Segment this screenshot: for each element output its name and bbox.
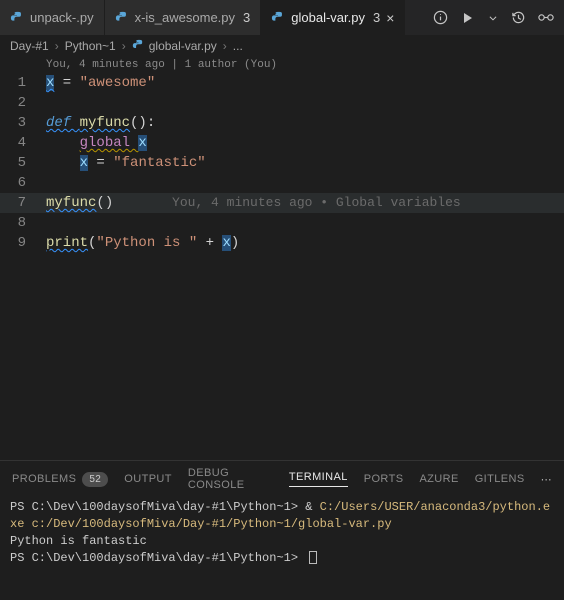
chevron-right-icon: › bbox=[55, 39, 59, 53]
python-file-icon bbox=[115, 11, 129, 25]
tab-unpack[interactable]: unpack-.py bbox=[0, 0, 105, 35]
line-number: 8 bbox=[0, 213, 36, 233]
dirty-indicator: 3 bbox=[243, 10, 250, 25]
info-circle-icon[interactable] bbox=[432, 10, 448, 26]
tab-label: x-is_awesome.py bbox=[135, 10, 235, 25]
editor-actions bbox=[422, 0, 564, 35]
panel-tabbar: PROBLEMS 52 OUTPUT DEBUG CONSOLE TERMINA… bbox=[0, 461, 564, 493]
line-number: 9 bbox=[0, 233, 36, 253]
line-number: 5 bbox=[0, 153, 36, 173]
line-number: 1 bbox=[0, 73, 36, 93]
chevron-right-icon: › bbox=[223, 39, 227, 53]
line-number: 4 bbox=[0, 133, 36, 153]
breadcrumb-folder[interactable]: Day-#1 bbox=[10, 39, 49, 53]
more-icon[interactable]: ⋯ bbox=[541, 473, 552, 486]
problems-count-badge: 52 bbox=[82, 472, 108, 487]
breadcrumb: Day-#1 › Python~1 › global-var.py › ... bbox=[0, 35, 564, 57]
dirty-indicator: 3 bbox=[373, 10, 380, 25]
terminal-output[interactable]: PS C:\Dev\100daysofMiva\day-#1\Python~1>… bbox=[0, 493, 564, 600]
line-number: 7 bbox=[0, 193, 36, 213]
editor-tabbar: unpack-.py x-is_awesome.py 3 global-var.… bbox=[0, 0, 564, 35]
tab-x-is-awesome[interactable]: x-is_awesome.py 3 bbox=[105, 0, 262, 35]
tab-global-var[interactable]: global-var.py 3 × bbox=[261, 0, 405, 35]
terminal-cursor bbox=[309, 551, 317, 564]
panel-tab-output[interactable]: OUTPUT bbox=[124, 473, 172, 485]
panel-tab-terminal[interactable]: TERMINAL bbox=[289, 471, 348, 487]
history-icon[interactable] bbox=[510, 10, 526, 26]
panel-tab-ports[interactable]: PORTS bbox=[364, 473, 404, 485]
panel-tab-azure[interactable]: AZURE bbox=[419, 473, 458, 485]
codelens-authors[interactable]: You, 4 minutes ago | 1 author (You) bbox=[0, 57, 564, 73]
bottom-panel: PROBLEMS 52 OUTPUT DEBUG CONSOLE TERMINA… bbox=[0, 460, 564, 600]
panel-tab-debug[interactable]: DEBUG CONSOLE bbox=[188, 467, 273, 491]
panel-tab-gitlens[interactable]: GITLENS bbox=[475, 473, 525, 485]
chevron-right-icon: › bbox=[122, 39, 126, 53]
compare-icon[interactable] bbox=[538, 10, 554, 26]
line-number: 2 bbox=[0, 93, 36, 113]
line-number: 3 bbox=[0, 113, 36, 133]
inline-blame: You, 4 minutes ago • Global variables bbox=[172, 195, 461, 210]
panel-tab-problems[interactable]: PROBLEMS 52 bbox=[12, 472, 108, 487]
tab-label: global-var.py bbox=[291, 10, 365, 25]
breadcrumb-more[interactable]: ... bbox=[233, 39, 243, 53]
tab-label: unpack-.py bbox=[30, 10, 94, 25]
run-icon[interactable] bbox=[460, 10, 476, 26]
breadcrumb-file[interactable]: global-var.py bbox=[132, 39, 217, 53]
line-number: 6 bbox=[0, 173, 36, 193]
code-editor[interactable]: 1x = "awesome" 2 3def myfunc(): 4 global… bbox=[0, 73, 564, 253]
python-file-icon bbox=[132, 39, 145, 52]
python-file-icon bbox=[10, 11, 24, 25]
breadcrumb-folder[interactable]: Python~1 bbox=[65, 39, 116, 53]
chevron-down-icon[interactable] bbox=[488, 10, 498, 26]
python-file-icon bbox=[271, 11, 285, 25]
close-icon[interactable]: × bbox=[386, 11, 394, 25]
